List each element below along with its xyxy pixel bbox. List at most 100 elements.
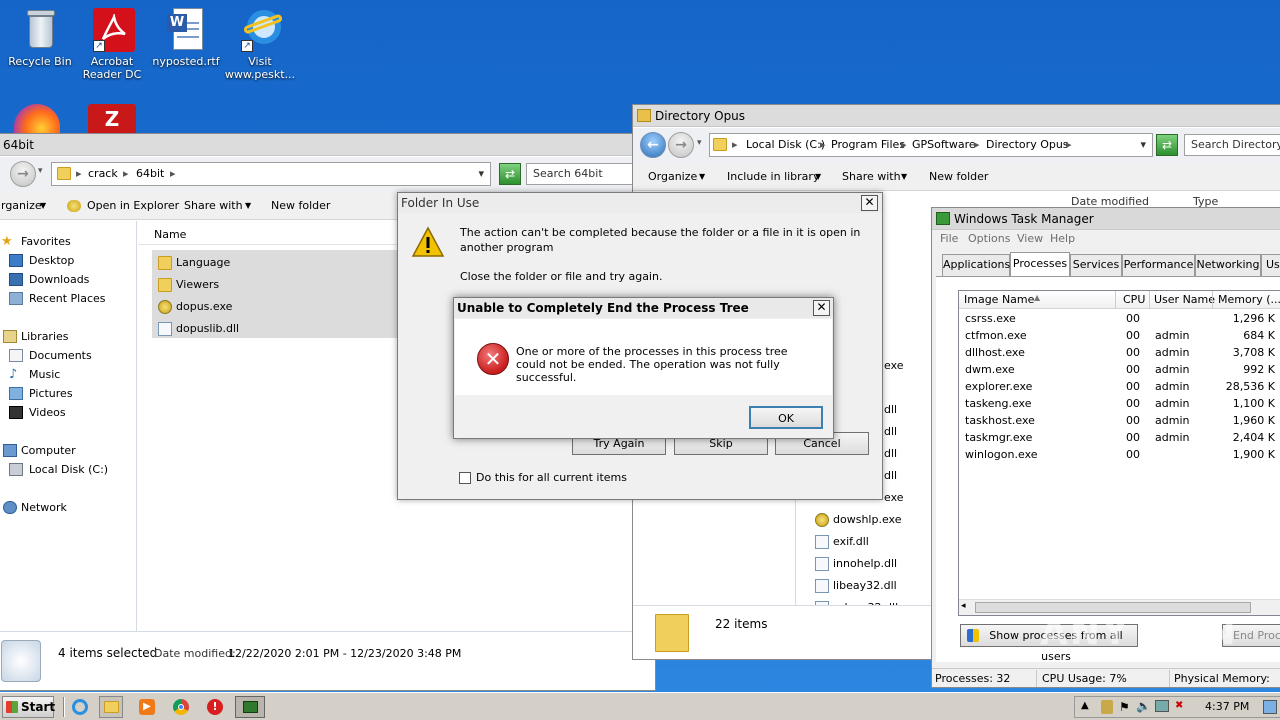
taskbar-media-player-icon[interactable]: ▶ <box>135 696 159 718</box>
apply-to-all-checkbox[interactable] <box>459 472 471 484</box>
dialog-message: One or more of the processes in this pro… <box>516 345 788 384</box>
nav-libraries[interactable]: Libraries <box>0 327 69 346</box>
tab-performance[interactable]: Performance <box>1122 254 1195 276</box>
share-with-button[interactable]: Share with <box>842 163 901 191</box>
refresh-icon[interactable]: ⇄ <box>1156 134 1178 156</box>
file-item-dowshlp[interactable]: dowshlp.exe <box>811 509 901 531</box>
menu-file[interactable]: File <box>940 232 958 245</box>
close-button[interactable]: ✕ <box>861 195 878 211</box>
column-image-name[interactable]: Image Name <box>964 293 1034 306</box>
process-row[interactable]: ctfmon.exe 00 admin 684 K <box>959 327 1280 344</box>
taskbar-chrome-icon[interactable] <box>169 696 193 718</box>
address-bar[interactable]: ▸ crack ▸ 64bit ▸ ▾ <box>51 162 491 186</box>
menu-help[interactable]: Help <box>1050 232 1075 245</box>
breadcrumb-separator-icon: ▸ <box>76 167 82 180</box>
alert-icon[interactable]: ✖ <box>1175 700 1183 711</box>
file-item-exif[interactable]: exif.dll <box>811 531 869 553</box>
desktop-icon-rtf[interactable]: W nyposted.rtf <box>146 8 226 68</box>
file-item-libeay32[interactable]: libeay32.dll <box>811 575 897 597</box>
menu-options[interactable]: Options <box>968 232 1010 245</box>
desktop-icon-visit[interactable]: ↗ Visit www.peskt... <box>220 8 300 81</box>
taskbar-explorer-icon[interactable] <box>99 696 123 718</box>
breadcrumb-crack[interactable]: crack <box>88 163 118 185</box>
process-row[interactable]: dllhost.exe 00 admin 3,708 K <box>959 344 1280 361</box>
ok-button[interactable]: OK <box>749 406 823 429</box>
column-cpu[interactable]: CPU <box>1123 293 1145 306</box>
process-row[interactable]: dwm.exe 00 admin 992 K <box>959 361 1280 378</box>
process-row[interactable]: taskeng.exe 00 admin 1,100 K <box>959 395 1280 412</box>
tab-users[interactable]: Use <box>1261 254 1280 276</box>
new-folder-button[interactable]: New folder <box>271 192 330 220</box>
show-hidden-icons-icon[interactable]: ▲ <box>1081 700 1089 711</box>
nav-videos[interactable]: Videos <box>0 403 66 422</box>
taskbar: Start ▶ ! ▲ ⚑ 🔈 ✖ 4:37 PM <box>0 692 1280 720</box>
nav-pictures[interactable]: Pictures <box>0 384 73 403</box>
process-row[interactable]: taskmgr.exe 00 admin 2,404 K <box>959 429 1280 446</box>
filezilla-icon[interactable]: Z <box>88 104 136 134</box>
tab-networking[interactable]: Networking <box>1195 254 1261 276</box>
new-folder-button[interactable]: New folder <box>929 163 988 191</box>
nav-network[interactable]: Network <box>0 498 67 517</box>
nav-recent-places[interactable]: Recent Places <box>0 289 106 308</box>
nav-music[interactable]: ♪ Music <box>0 365 60 384</box>
forward-button[interactable]: → <box>668 132 694 158</box>
volume-icon[interactable]: 🔈 <box>1136 699 1151 713</box>
forward-button[interactable]: → <box>10 161 36 187</box>
process-row[interactable]: csrss.exe 00 1,296 K <box>959 310 1280 327</box>
tray-icon[interactable] <box>1101 700 1113 714</box>
file-item-dopuslib-dll[interactable]: dopuslib.dll <box>154 318 239 340</box>
file-item-language[interactable]: Language <box>154 252 230 274</box>
back-button[interactable]: ← <box>640 132 666 158</box>
share-with-button[interactable]: Share with <box>184 192 243 220</box>
nav-desktop[interactable]: Desktop <box>0 251 74 270</box>
menu-view[interactable]: View <box>1017 232 1043 245</box>
address-dropdown-icon[interactable]: ▾ <box>478 163 484 185</box>
process-row[interactable]: taskhost.exe 00 admin 1,960 K <box>959 412 1280 429</box>
nav-favorites[interactable]: ★ Favorites <box>0 232 71 251</box>
taskbar-task-manager-icon[interactable] <box>235 696 265 718</box>
organize-button[interactable]: rganize <box>1 192 42 220</box>
open-in-explorer-button[interactable]: Open in Explorer <box>87 192 179 220</box>
refresh-icon[interactable]: ⇄ <box>499 163 521 185</box>
taskbar-stop-icon[interactable]: ! <box>203 696 227 718</box>
show-desktop-icon[interactable] <box>1263 700 1277 714</box>
nav-documents[interactable]: Documents <box>0 346 92 365</box>
process-row[interactable]: explorer.exe 00 admin 28,536 K <box>959 378 1280 395</box>
file-item-viewers[interactable]: Viewers <box>154 274 219 296</box>
include-in-library-button[interactable]: Include in library <box>727 163 819 191</box>
column-memory[interactable]: Memory (... <box>1218 293 1280 306</box>
close-button[interactable]: ✕ <box>813 300 830 316</box>
column-user-name[interactable]: User Name <box>1154 293 1215 306</box>
nav-local-disk[interactable]: Local Disk (C:) <box>0 460 108 479</box>
date-modified-label: Date modified: <box>154 647 236 660</box>
folder-icon <box>655 614 689 652</box>
tab-applications[interactable]: Applications <box>942 254 1010 276</box>
file-item-innohelp[interactable]: innohelp.dll <box>811 553 897 575</box>
breadcrumb-local-disk[interactable]: Local Disk (C:) <box>746 134 825 156</box>
organize-button[interactable]: Organize <box>648 163 697 191</box>
recent-pages-chevron-icon[interactable]: ▾ <box>697 138 702 148</box>
start-button[interactable]: Start <box>2 696 55 718</box>
process-row[interactable]: winlogon.exe 00 1,900 K <box>959 446 1280 463</box>
file-item-dopus-exe[interactable]: dopus.exe <box>154 296 232 318</box>
breadcrumb-directory-opus[interactable]: Directory Opus <box>986 134 1069 156</box>
column-divider <box>1149 291 1150 309</box>
search-input[interactable]: Search Directory O <box>1184 134 1280 156</box>
breadcrumb-64bit[interactable]: 64bit <box>136 163 164 185</box>
flag-icon[interactable]: ⚑ <box>1119 700 1130 714</box>
address-bar[interactable]: ▸ Local Disk (C:) ▸ Program Files ▸ GPSo… <box>709 133 1153 157</box>
tab-processes[interactable]: Processes <box>1010 252 1070 277</box>
desktop-icon-acrobat[interactable]: ↗ Acrobat Reader DC <box>72 8 152 81</box>
tab-services[interactable]: Services <box>1070 254 1122 276</box>
taskbar-internet-explorer-icon[interactable] <box>68 696 92 718</box>
breadcrumb-program-files[interactable]: Program Files <box>831 134 905 156</box>
recent-pages-chevron-icon[interactable]: ▾ <box>38 166 43 176</box>
network-tray-icon[interactable] <box>1155 700 1169 712</box>
nav-computer[interactable]: Computer <box>0 441 76 460</box>
scroll-left-icon[interactable]: ◂ <box>961 601 966 611</box>
nav-downloads[interactable]: Downloads <box>0 270 89 289</box>
breadcrumb-gpsoftware[interactable]: GPSoftware <box>912 134 976 156</box>
clock[interactable]: 4:37 PM <box>1205 700 1249 713</box>
desktop-icon-recycle-bin[interactable]: Recycle Bin <box>0 8 80 68</box>
address-dropdown-icon[interactable]: ▾ <box>1140 134 1146 156</box>
